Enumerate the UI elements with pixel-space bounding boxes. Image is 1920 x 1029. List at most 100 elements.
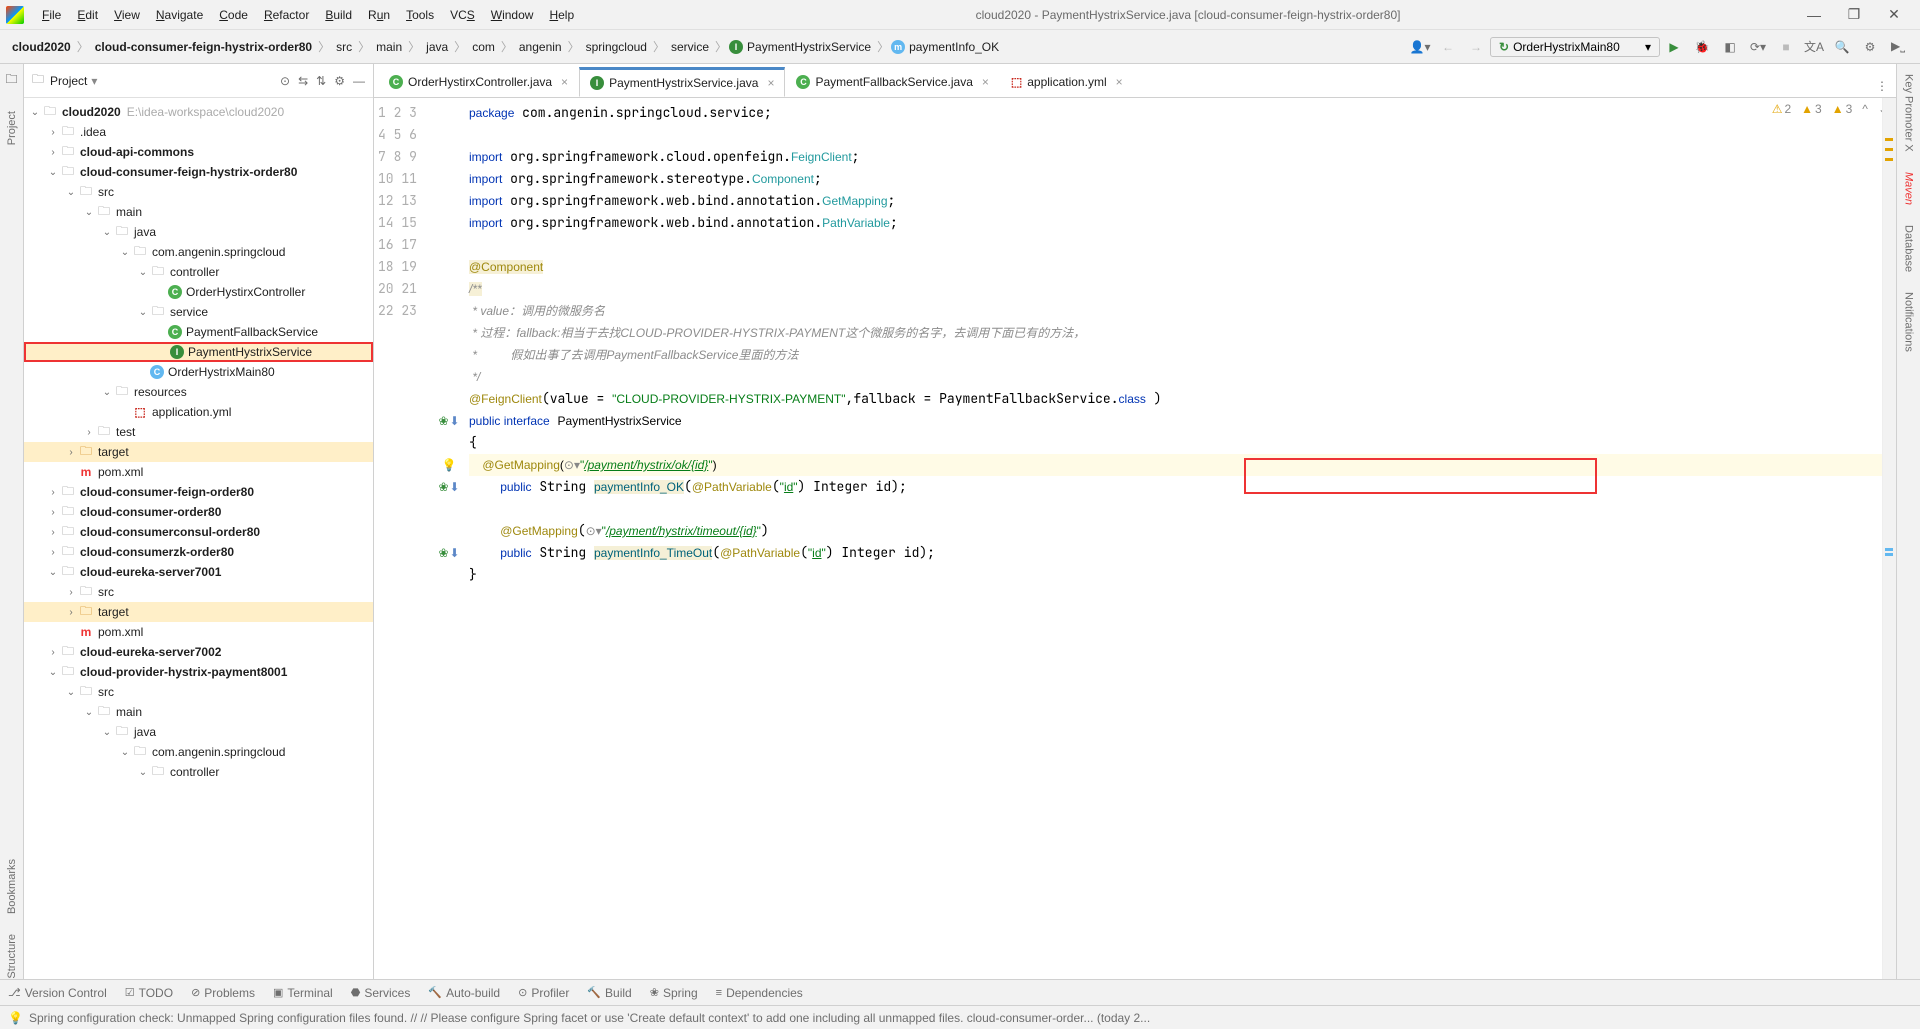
tree-node[interactable]: OrderHystrixMain80 bbox=[168, 365, 275, 379]
breadcrumb-path[interactable]: src bbox=[332, 40, 356, 54]
menu-window[interactable]: Window bbox=[483, 8, 542, 22]
tree-node[interactable]: java bbox=[134, 725, 156, 739]
tree-node[interactable]: java bbox=[134, 225, 156, 239]
implements-icon[interactable]: ⬇ bbox=[450, 476, 460, 498]
menu-run[interactable]: Run bbox=[360, 8, 398, 22]
tree-node[interactable]: pom.xml bbox=[98, 625, 143, 639]
tab-orderhystirxcontroller[interactable]: COrderHystirxController.java× bbox=[378, 67, 579, 97]
hide-icon[interactable]: — bbox=[353, 74, 365, 88]
breadcrumb-file[interactable]: PaymentHystrixService bbox=[743, 40, 875, 54]
profile-icon[interactable]: ⟳▾ bbox=[1747, 36, 1769, 58]
close-icon[interactable]: × bbox=[561, 75, 568, 89]
translate-icon[interactable]: 文A bbox=[1803, 36, 1825, 58]
breadcrumb-project[interactable]: cloud2020 bbox=[8, 40, 75, 54]
settings-icon[interactable]: ⚙ bbox=[1859, 36, 1881, 58]
forward-icon[interactable]: → bbox=[1465, 36, 1487, 58]
expand-icon[interactable]: ^ bbox=[1862, 102, 1868, 116]
intention-bulb-icon[interactable]: 💡 bbox=[442, 454, 457, 476]
menu-edit[interactable]: Edit bbox=[69, 8, 106, 22]
close-icon[interactable]: × bbox=[1116, 75, 1123, 89]
project-view-label[interactable]: Project bbox=[50, 74, 87, 88]
tool-problems[interactable]: ⊘ Problems bbox=[191, 986, 255, 1000]
tree-node[interactable]: cloud-consumer-order80 bbox=[80, 505, 221, 519]
menu-help[interactable]: Help bbox=[541, 8, 582, 22]
close-button[interactable]: ✕ bbox=[1874, 6, 1914, 23]
tree-node[interactable]: src bbox=[98, 585, 114, 599]
tree-node[interactable]: target bbox=[98, 445, 129, 459]
menu-view[interactable]: View bbox=[106, 8, 148, 22]
rail-structure-label[interactable]: Structure bbox=[6, 934, 18, 979]
user-icon[interactable]: 👤▾ bbox=[1409, 36, 1431, 58]
tab-options-icon[interactable]: ⋮ bbox=[1871, 75, 1893, 97]
tree-node[interactable]: pom.xml bbox=[98, 465, 143, 479]
tree-node[interactable]: .idea bbox=[80, 125, 106, 139]
coverage-icon[interactable]: ◧ bbox=[1719, 36, 1741, 58]
debug-icon[interactable]: 🐞 bbox=[1691, 36, 1713, 58]
close-icon[interactable]: × bbox=[767, 76, 774, 90]
tree-node[interactable]: cloud-eureka-server7002 bbox=[80, 645, 221, 659]
breadcrumb-module[interactable]: cloud-consumer-feign-hystrix-order80 bbox=[91, 40, 316, 54]
breadcrumb-path[interactable]: com bbox=[468, 40, 499, 54]
search-icon[interactable]: 🔍 bbox=[1831, 36, 1853, 58]
tool-version-control[interactable]: ⎇ Version Control bbox=[8, 986, 107, 1000]
tab-applicationyml[interactable]: ⬚application.yml× bbox=[1000, 67, 1134, 97]
tree-node[interactable]: main bbox=[116, 205, 142, 219]
breadcrumb-method[interactable]: paymentInfo_OK bbox=[905, 40, 1003, 54]
execution-icon[interactable]: ▶⎵ bbox=[1887, 36, 1909, 58]
menu-code[interactable]: Code bbox=[211, 8, 256, 22]
tree-node[interactable]: resources bbox=[134, 385, 187, 399]
tab-paymentfallbackservice[interactable]: CPaymentFallbackService.java× bbox=[785, 67, 999, 97]
menu-file[interactable]: File bbox=[34, 8, 69, 22]
minimize-button[interactable]: — bbox=[1794, 7, 1834, 23]
tree-node[interactable]: cloud-api-commons bbox=[80, 145, 194, 159]
spring-icon[interactable]: ❀ bbox=[438, 476, 448, 498]
tree-node[interactable]: com.angenin.springcloud bbox=[152, 245, 285, 259]
rail-keypromoter-label[interactable]: Key Promoter X bbox=[1903, 74, 1915, 152]
tree-node[interactable]: OrderHystirxController bbox=[186, 285, 305, 299]
rail-project-icon[interactable]: 🗀 bbox=[5, 70, 17, 91]
close-icon[interactable]: × bbox=[982, 75, 989, 89]
implements-icon[interactable]: ⬇ bbox=[450, 542, 460, 564]
rail-database-label[interactable]: Database bbox=[1903, 225, 1915, 272]
breadcrumb-path[interactable]: java bbox=[422, 40, 452, 54]
breadcrumb-path[interactable]: angenin bbox=[515, 40, 566, 54]
code-area[interactable]: 1 2 3 4 5 6 7 8 9 10 11 12 13 14 15 16 1… bbox=[374, 98, 1896, 979]
stop-icon[interactable]: ■ bbox=[1775, 36, 1797, 58]
collapse-icon[interactable]: ⇅ bbox=[316, 74, 326, 88]
rail-bookmarks-label[interactable]: Bookmarks bbox=[6, 859, 18, 914]
tree-node[interactable]: src bbox=[98, 685, 114, 699]
inspection-widget[interactable]: ⚠2 ▲3 ▲3 ^ ⌄ bbox=[1772, 102, 1888, 116]
expand-icon[interactable]: ⇆ bbox=[298, 74, 308, 88]
run-icon[interactable]: ▶ bbox=[1663, 36, 1685, 58]
menu-vcs[interactable]: VCS bbox=[442, 8, 483, 22]
breadcrumb-path[interactable]: main bbox=[372, 40, 406, 54]
breadcrumb-path[interactable]: springcloud bbox=[582, 40, 651, 54]
tool-todo[interactable]: ☑ TODO bbox=[125, 986, 173, 1000]
tree-root[interactable]: cloud2020 bbox=[62, 105, 121, 119]
tool-dependencies[interactable]: ≡ Dependencies bbox=[716, 986, 803, 1000]
menu-navigate[interactable]: Navigate bbox=[148, 8, 211, 22]
menu-tools[interactable]: Tools bbox=[398, 8, 442, 22]
code-body[interactable]: package com.angenin.springcloud.service;… bbox=[469, 98, 1882, 979]
implements-icon[interactable]: ⬇ bbox=[450, 410, 460, 432]
tool-build[interactable]: 🔨 Build bbox=[587, 986, 631, 1000]
tool-autobuild[interactable]: 🔨 Auto-build bbox=[428, 986, 500, 1000]
breadcrumb-path[interactable]: service bbox=[667, 40, 713, 54]
back-icon[interactable]: ← bbox=[1437, 36, 1459, 58]
tab-paymenthystrixservice[interactable]: IPaymentHystrixService.java× bbox=[579, 67, 785, 97]
maximize-button[interactable]: ❐ bbox=[1834, 6, 1874, 23]
tree-node[interactable]: cloud-consumer-feign-order80 bbox=[80, 485, 254, 499]
project-tree[interactable]: ⌄cloud2020E:\idea-workspace\cloud2020 ›.… bbox=[24, 98, 373, 979]
spring-icon[interactable]: ❀ bbox=[438, 410, 448, 432]
tree-node[interactable]: com.angenin.springcloud bbox=[152, 745, 285, 759]
locate-icon[interactable]: ⊙ bbox=[280, 74, 290, 88]
run-configuration-selector[interactable]: ↻OrderHystrixMain80▾ bbox=[1490, 37, 1660, 57]
tree-node[interactable]: application.yml bbox=[152, 405, 231, 419]
status-bulb-icon[interactable]: 💡 bbox=[8, 1011, 23, 1025]
spring-icon[interactable]: ❀ bbox=[438, 542, 448, 564]
tree-node[interactable]: src bbox=[98, 185, 114, 199]
menu-refactor[interactable]: Refactor bbox=[256, 8, 317, 22]
tree-node[interactable]: controller bbox=[170, 765, 219, 779]
tree-node[interactable]: controller bbox=[170, 265, 219, 279]
tree-node[interactable]: main bbox=[116, 705, 142, 719]
